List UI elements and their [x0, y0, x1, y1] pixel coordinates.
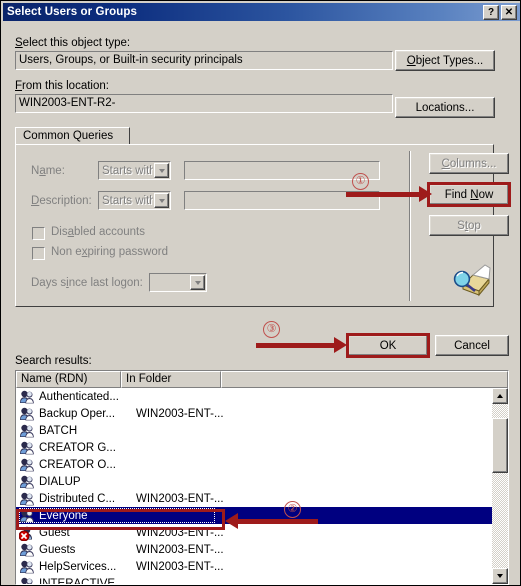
row-name: Guest [39, 526, 70, 539]
row-name: CREATOR G... [39, 441, 116, 454]
tab-common-queries[interactable]: Common Queries [15, 127, 130, 145]
search-results-label: Search results: [15, 355, 92, 367]
annotation-circle-3: ③ [263, 321, 280, 338]
group-icon [19, 559, 36, 575]
group-icon [19, 491, 36, 507]
row-folder: WIN2003-ENT-... [136, 407, 224, 420]
table-row[interactable]: HelpServices... WIN2003-ENT-... [16, 558, 508, 575]
row-name: BATCH [39, 424, 78, 437]
scrollbar-thumb[interactable] [492, 418, 508, 473]
table-row[interactable]: Guests WIN2003-ENT-... [16, 541, 508, 558]
object-types-button[interactable]: Object Types... [395, 50, 495, 71]
find-now-button[interactable]: Find Now [429, 184, 509, 205]
window-title: Select Users or Groups [7, 6, 138, 18]
table-row[interactable]: Backup Oper... WIN2003-ENT-... [16, 405, 508, 422]
close-button[interactable]: ✕ [501, 4, 517, 20]
title-bar[interactable]: Select Users or Groups ? ✕ [3, 3, 520, 21]
ok-button[interactable]: OK [348, 335, 428, 356]
group-icon [19, 423, 36, 439]
group-icon [19, 457, 36, 473]
description-label: Description: [31, 195, 92, 207]
row-name: Guests [39, 543, 76, 556]
table-row[interactable]: DIALUP [16, 473, 508, 490]
row-name: CREATOR O... [39, 458, 116, 471]
row-folder: WIN2003-ENT-... [136, 543, 224, 556]
table-row[interactable]: CREATOR O... [16, 456, 508, 473]
column-header-name[interactable]: Name (RDN) [16, 371, 121, 388]
chevron-down-icon[interactable] [190, 275, 205, 290]
days-since-logon-combo[interactable] [149, 273, 207, 292]
stop-button[interactable]: Stop [429, 215, 509, 236]
help-button[interactable]: ? [483, 4, 499, 20]
locations-button[interactable]: Locations... [395, 97, 495, 118]
row-folder: WIN2003-ENT-... [136, 492, 224, 505]
listview-rows: Authenticated... Backup Oper... WIN2003-EN… [16, 388, 508, 585]
days-since-logon-label: Days since last logon: [31, 277, 143, 289]
row-name: Backup Oper... [39, 407, 116, 420]
row-name: Authenticated... [39, 390, 119, 403]
name-operator-value: Starts with [102, 164, 153, 177]
name-value-input[interactable] [184, 161, 380, 180]
row-name: HelpServices... [39, 560, 117, 573]
search-results-listview[interactable]: Name (RDN) In Folder Authenticated... Bac… [15, 370, 509, 585]
disabled-accounts-label: Disabled accounts [51, 226, 145, 238]
table-row[interactable]: Authenticated... [16, 388, 508, 405]
non-expiring-password-checkbox[interactable] [32, 247, 45, 260]
chevron-down-icon[interactable] [154, 163, 169, 178]
disabled-accounts-checkbox[interactable] [32, 227, 45, 240]
table-row[interactable]: Distributed C... WIN2003-ENT-... [16, 490, 508, 507]
table-row[interactable]: BATCH [16, 422, 508, 439]
disabled-user-icon [18, 525, 36, 541]
group-icon [19, 474, 36, 490]
group-icon [19, 576, 36, 584]
search-magnifier-icon [453, 264, 491, 297]
row-folder: WIN2003-ENT-... [136, 560, 224, 573]
annotation-arrow-3 [256, 343, 336, 348]
row-name: Everyone [39, 509, 88, 522]
listview-header: Name (RDN) In Folder [16, 371, 508, 388]
table-row[interactable]: CREATOR G... [16, 439, 508, 456]
vertical-scrollbar[interactable] [492, 388, 508, 584]
annotation-arrowhead-3 [334, 337, 347, 353]
column-header-folder[interactable]: In Folder [121, 371, 221, 388]
scroll-up-arrow-icon[interactable] [492, 388, 508, 404]
table-row[interactable]: Guest WIN2003-ENT-... [16, 524, 508, 541]
row-folder: WIN2003-ENT-... [136, 526, 224, 539]
name-operator-combo[interactable]: Starts with [98, 161, 171, 180]
name-label: Name: [31, 165, 65, 177]
non-expiring-password-label: Non expiring password [51, 246, 168, 258]
location-field[interactable]: WIN2003-ENT-R2- [15, 94, 393, 113]
object-type-field[interactable]: Users, Groups, or Built-in security prin… [15, 51, 393, 70]
group-icon [19, 406, 36, 422]
cancel-button[interactable]: Cancel [435, 335, 509, 356]
row-name: INTERACTIVE [39, 577, 116, 585]
select-users-or-groups-dialog: Select Users or Groups ? ✕ Select this o… [0, 0, 521, 586]
panel-separator-highlight [410, 151, 411, 301]
group-icon [19, 542, 36, 558]
column-header-blank[interactable] [221, 371, 508, 388]
group-icon [19, 389, 36, 405]
table-row[interactable]: INTERACTIVE [16, 575, 508, 585]
object-type-label: Select this object type: [15, 37, 131, 49]
row-name: Distributed C... [39, 492, 116, 505]
everyone-row[interactable]: Everyone [16, 507, 508, 524]
row-name: DIALUP [39, 475, 81, 488]
description-operator-combo[interactable]: Starts with [98, 191, 171, 210]
scroll-down-arrow-icon[interactable] [492, 568, 508, 584]
title-bar-buttons: ? ✕ [483, 4, 517, 20]
description-value-input[interactable] [184, 191, 380, 210]
group-icon [19, 508, 36, 524]
group-icon [19, 440, 36, 456]
chevron-down-icon[interactable] [154, 193, 169, 208]
description-operator-value: Starts with [102, 194, 153, 207]
location-label: From this location: [15, 80, 109, 92]
columns-button[interactable]: Columns... [429, 153, 509, 174]
